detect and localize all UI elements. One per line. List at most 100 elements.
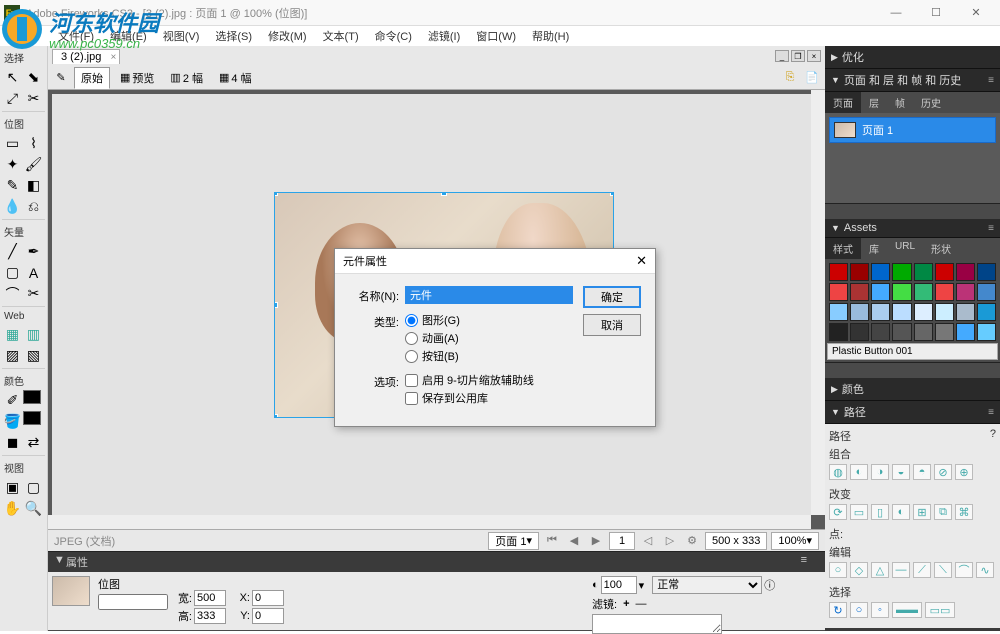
cancel-button[interactable]: 取消 [583, 314, 641, 336]
style-swatch-9[interactable] [850, 283, 869, 301]
crop-tool[interactable]: ✂ [23, 88, 44, 109]
style-swatch-11[interactable] [892, 283, 911, 301]
menu-command[interactable]: 命令(C) [367, 26, 420, 46]
panel-pages-header[interactable]: ▼页面 和 层 和 帧 和 历史≡ [825, 69, 1000, 92]
panel-assets-header[interactable]: ▼Assets≡ [825, 219, 1000, 238]
style-swatch-17[interactable] [850, 303, 869, 321]
style-swatch-18[interactable] [871, 303, 890, 321]
menu-text[interactable]: 文本(T) [315, 26, 367, 46]
nav-next[interactable]: ▶ [587, 532, 605, 550]
frame-prev[interactable]: ◁ [639, 532, 657, 550]
style-swatch-19[interactable] [892, 303, 911, 321]
menu-filter[interactable]: 滤镜(I) [420, 26, 468, 46]
stamp-tool[interactable]: ⎌ [23, 196, 44, 217]
rect-tool[interactable]: ▢ [2, 262, 23, 283]
sel-4[interactable]: ▬▬ [892, 602, 922, 618]
show-slice-tool[interactable]: ▧ [23, 345, 44, 366]
combine-punch[interactable]: ◒ [892, 464, 910, 480]
menu-file[interactable]: 文件(F) [50, 26, 102, 46]
style-swatch-24[interactable] [829, 323, 848, 341]
alter-4[interactable]: ◐ [892, 504, 910, 520]
alter-5[interactable]: ⊞ [913, 504, 931, 520]
combine-crop[interactable]: ◓ [913, 464, 931, 480]
tab-styles[interactable]: 样式 [825, 238, 861, 259]
props-y[interactable] [252, 608, 284, 624]
close-button[interactable]: ✕ [956, 0, 996, 26]
frame-next[interactable]: ▷ [661, 532, 679, 550]
tab-frames[interactable]: 帧 [887, 92, 913, 113]
stroke-color[interactable] [23, 390, 41, 404]
pointer-icon[interactable]: ✎ [52, 69, 70, 87]
pointer-tool[interactable]: ↖ [2, 67, 23, 88]
slice-tool[interactable]: ▥ [23, 324, 44, 345]
subselect-tool[interactable]: ⬊ [23, 67, 44, 88]
sel-2[interactable]: ○ [850, 602, 868, 618]
doc-close[interactable]: × [807, 50, 821, 62]
line-tool[interactable]: ╱ [2, 241, 23, 262]
export-icon[interactable]: ⎘ [781, 69, 799, 87]
style-swatch-22[interactable] [956, 303, 975, 321]
bucket-tool[interactable]: 🪣 [2, 411, 23, 432]
sel-3[interactable]: ◦ [871, 602, 889, 618]
pen-tool[interactable]: ✒ [23, 241, 44, 262]
filter-remove[interactable]: — [636, 598, 647, 610]
scrollbar-vertical[interactable] [811, 90, 825, 515]
style-swatch-4[interactable] [914, 263, 933, 281]
check-9slice[interactable]: 启用 9-切片缩放辅助线 [405, 372, 534, 388]
document-tab-close[interactable]: × [111, 52, 117, 63]
tab-layers[interactable]: 层 [861, 92, 887, 113]
ok-button[interactable]: 确定 [583, 286, 641, 308]
combine-intersect[interactable]: ◑ [871, 464, 889, 480]
menu-modify[interactable]: 修改(M) [260, 26, 315, 46]
alter-2[interactable]: ▭ [850, 504, 868, 520]
menu-view[interactable]: 视图(V) [155, 26, 208, 46]
style-swatch-30[interactable] [956, 323, 975, 341]
pt-7[interactable]: ⌒ [955, 562, 973, 578]
page-item-1[interactable]: 页面 1 [829, 117, 996, 143]
hotspot-tool[interactable]: ▦ [2, 324, 23, 345]
menu-select[interactable]: 选择(S) [207, 26, 260, 46]
frame-opts[interactable]: ⚙ [683, 532, 701, 550]
tab-pages[interactable]: 页面 [825, 92, 861, 113]
style-swatch-15[interactable] [977, 283, 996, 301]
view-tab-4up[interactable]: ▦4 幅 [213, 68, 258, 88]
screen-mode2[interactable]: ▢ [23, 477, 44, 498]
default-colors[interactable]: ◼ [2, 432, 23, 453]
combine-divide[interactable]: ⊘ [934, 464, 952, 480]
pt-5[interactable]: ⟋ [913, 562, 931, 578]
props-name-input[interactable] [98, 594, 168, 610]
document-tab[interactable]: 3 (2).jpg × [52, 49, 120, 64]
view-tab-2up[interactable]: ▥2 幅 [164, 68, 209, 88]
tab-library[interactable]: 库 [861, 238, 887, 259]
combine-join[interactable]: ⊕ [955, 464, 973, 480]
radio-graphic[interactable]: 图形(G) [405, 312, 460, 328]
name-input[interactable] [405, 286, 573, 304]
pt-3[interactable]: △ [871, 562, 889, 578]
scale-tool[interactable]: ⤢ [2, 88, 23, 109]
maximize-button[interactable]: ☐ [916, 0, 956, 26]
style-swatch-25[interactable] [850, 323, 869, 341]
style-swatch-12[interactable] [914, 283, 933, 301]
filter-add[interactable]: + [623, 598, 629, 610]
style-swatch-0[interactable] [829, 263, 848, 281]
scrollbar-horizontal[interactable] [48, 515, 811, 529]
menu-help[interactable]: 帮助(H) [524, 26, 577, 46]
pt-2[interactable]: ◇ [850, 562, 868, 578]
screen-mode[interactable]: ▣ [2, 477, 23, 498]
freeform-tool[interactable]: ⌒ [2, 283, 23, 304]
props-help-icon[interactable]: ⓘ [764, 577, 775, 593]
tab-url[interactable]: URL [887, 238, 923, 259]
text-tool[interactable]: A [23, 262, 44, 283]
doc-restore[interactable]: ❐ [791, 50, 805, 62]
style-swatch-13[interactable] [935, 283, 954, 301]
fill-color[interactable] [23, 411, 41, 425]
pt-1[interactable]: ○ [829, 562, 847, 578]
tab-shapes[interactable]: 形状 [923, 238, 959, 259]
style-swatch-28[interactable] [914, 323, 933, 341]
pt-8[interactable]: ∿ [976, 562, 994, 578]
props-x[interactable] [252, 590, 284, 606]
menu-edit[interactable]: 编辑(E) [102, 26, 155, 46]
doc-minimize[interactable]: _ [775, 50, 789, 62]
page-selector[interactable]: 页面 1 ▾ [488, 532, 539, 550]
zoom-level[interactable]: 100% ▾ [771, 532, 819, 550]
